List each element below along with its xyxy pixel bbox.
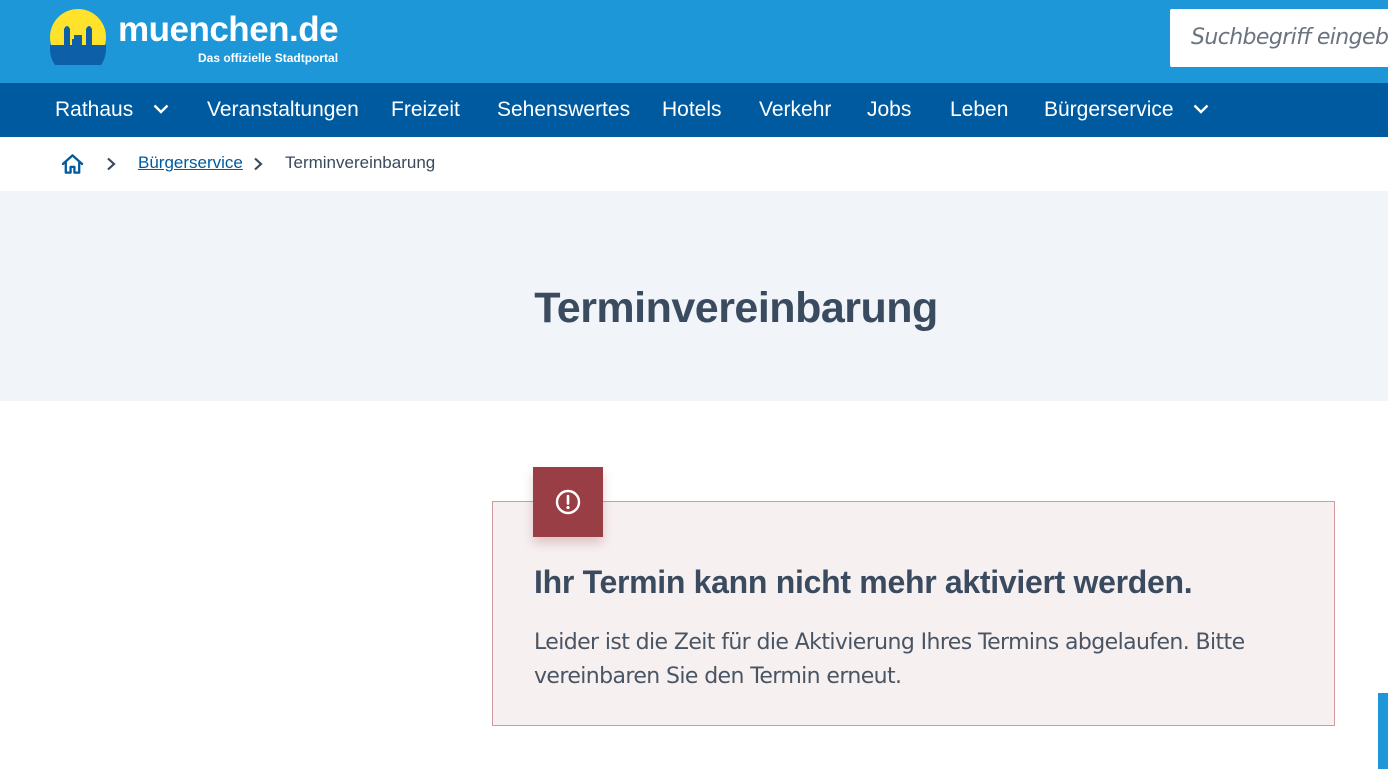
nav-item-label: Rathaus xyxy=(55,98,134,121)
nav-item-label: Veranstaltungen xyxy=(207,98,359,121)
alert-message: Leider ist die Zeit für die Aktivierung … xyxy=(534,630,1245,689)
home-icon[interactable] xyxy=(61,153,84,175)
exclamation-circle-icon xyxy=(555,489,581,515)
nav-item-label: Sehenswertes xyxy=(497,98,631,121)
feedback-tab[interactable] xyxy=(1378,693,1388,769)
nav-item-verkehr[interactable]: Verkehr xyxy=(759,83,831,137)
breadcrumb-current: Terminvereinbarung xyxy=(285,153,436,172)
search-input[interactable]: Suchbegriff eingeben xyxy=(1170,9,1388,67)
nav-item-buergerservice[interactable]: Bürgerservice xyxy=(1044,83,1209,137)
nav-item-sehenswertes[interactable]: Sehenswertes xyxy=(497,83,630,137)
nav-item-veranstaltungen[interactable]: Veranstaltungen xyxy=(207,83,359,137)
search-placeholder: Suchbegriff eingeben xyxy=(1191,25,1388,50)
alert-badge xyxy=(533,467,603,537)
nav-item-jobs[interactable]: Jobs xyxy=(867,83,911,137)
nav-item-label: Leben xyxy=(950,98,1009,121)
page-title: Terminvereinbarung xyxy=(534,283,938,332)
nav-item-label: Jobs xyxy=(867,98,912,121)
site-header: muenchen.de Das offizielle Stadtportal S… xyxy=(0,0,1388,83)
nav-item-hotels[interactable]: Hotels xyxy=(662,83,722,137)
chevron-right-icon xyxy=(254,157,263,171)
alert-heading: Ihr Termin kann nicht mehr aktiviert wer… xyxy=(534,564,1193,600)
munich-logo-icon xyxy=(50,9,106,65)
nav-item-rathaus[interactable]: Rathaus xyxy=(55,83,169,137)
breadcrumb-link-buergerservice[interactable]: Bürgerservice xyxy=(138,153,243,173)
chevron-right-icon xyxy=(107,157,116,171)
nav-item-freizeit[interactable]: Freizeit xyxy=(391,83,460,137)
nav-item-label: Freizeit xyxy=(391,98,460,121)
chevron-down-icon xyxy=(153,104,169,114)
nav-item-label: Verkehr xyxy=(759,98,832,121)
nav-item-label: Hotels xyxy=(662,98,722,121)
site-logo[interactable]: muenchen.de Das offizielle Stadtportal xyxy=(50,9,370,69)
error-alert: Ihr Termin kann nicht mehr aktiviert wer… xyxy=(492,501,1335,726)
logo-wordmark: muenchen.de xyxy=(118,10,339,49)
main-nav: Rathaus Veranstaltungen Freizeit Sehensw… xyxy=(0,83,1388,137)
page-hero: Terminvereinbarung xyxy=(0,191,1388,401)
chevron-down-icon xyxy=(1194,104,1209,114)
nav-item-leben[interactable]: Leben xyxy=(950,83,1008,137)
logo-tagline: Das offizielle Stadtportal xyxy=(198,51,339,65)
nav-item-label: Bürgerservice xyxy=(1044,98,1174,121)
breadcrumb: Bürgerservice Terminvereinbarung xyxy=(0,137,1388,191)
